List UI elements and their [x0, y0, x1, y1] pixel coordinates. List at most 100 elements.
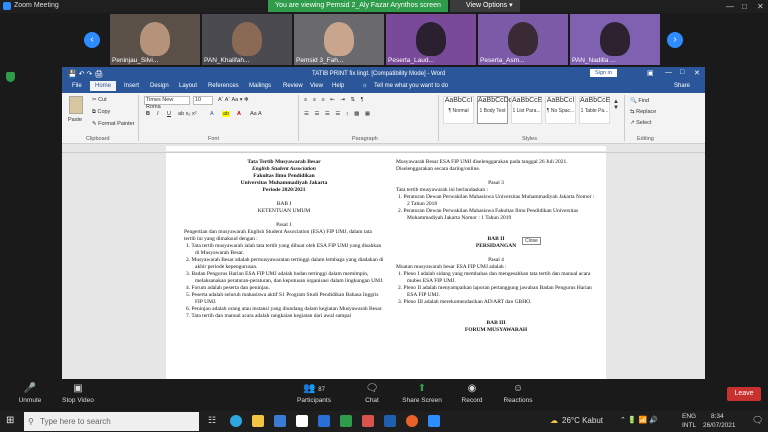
document-page[interactable]: Tata Tertib Musyawarah Besar English Stud…	[166, 153, 606, 379]
file-explorer-icon[interactable]	[252, 415, 264, 427]
cut-button[interactable]: ✂ Cut	[92, 97, 107, 103]
format-painter-button[interactable]: ✎ Format Painter	[92, 121, 135, 127]
tab-references[interactable]: References	[208, 83, 239, 89]
edge-icon[interactable]	[230, 415, 242, 427]
style-no-spacing[interactable]: AaBbCcI ¶ No Spac...	[545, 96, 576, 124]
clock-time[interactable]: 8:34	[711, 413, 724, 420]
minimize-icon[interactable]: —	[665, 69, 672, 76]
doc-paragraph	[184, 194, 384, 201]
replace-button[interactable]: ⇆ Replace	[630, 109, 656, 115]
doc-paragraph: Fakultas Ilmu Pendidikan	[253, 173, 315, 179]
notifications-icon[interactable]: 🗨	[752, 415, 763, 426]
horizontal-ruler[interactable]	[62, 144, 705, 153]
font-name-box[interactable]: Times New Roma	[144, 96, 190, 110]
select-button[interactable]: ↗ Select	[630, 120, 651, 126]
video-tile[interactable]: PAN_Khalifah...	[202, 14, 292, 65]
minimize-icon[interactable]: —	[726, 2, 734, 11]
app-icon[interactable]	[296, 415, 308, 427]
shield-icon[interactable]	[6, 72, 15, 82]
find-button[interactable]: 🔍 Find	[630, 98, 649, 104]
reactions-button[interactable]: ☺ Reactions	[488, 380, 548, 404]
task-view-icon[interactable]: ☷	[208, 415, 216, 426]
style-table-paragraph[interactable]: AaBbCcE 1 Table Pa...	[579, 96, 610, 124]
maximize-icon[interactable]: □	[680, 69, 684, 76]
prev-page-button[interactable]: ‹	[84, 32, 100, 48]
document-title: TATIB PRINT fix lingt. [Compatibility Mo…	[312, 71, 446, 77]
tab-help[interactable]: Help	[332, 83, 344, 89]
tab-home[interactable]: Home	[90, 81, 117, 91]
tab-mailings[interactable]: Mailings	[249, 83, 271, 89]
word-icon[interactable]	[384, 415, 396, 427]
language-indicator[interactable]: ENG	[682, 413, 696, 420]
app-icon[interactable]	[340, 415, 352, 427]
style-label: 1 List Para...	[512, 108, 541, 114]
style-preview: AaBbCcE	[580, 97, 611, 104]
zoom-taskbar-icon[interactable]	[428, 415, 440, 427]
sign-in-button[interactable]: Sign in	[590, 69, 617, 77]
stop-video-button[interactable]: ▣ Stop Video	[48, 380, 108, 404]
style-body-text[interactable]: AaBbCcDd 1 Body Text	[477, 96, 513, 124]
tab-layout[interactable]: Layout	[179, 83, 197, 89]
style-preview: AaBbCcE	[512, 97, 543, 104]
tab-view[interactable]: View	[310, 83, 323, 89]
share-button[interactable]: Share	[674, 83, 690, 89]
video-tile[interactable]: Peserta_Asm...	[478, 14, 568, 65]
firefox-icon[interactable]	[406, 415, 418, 427]
underline-button[interactable]: U	[167, 111, 171, 117]
doc-paragraph: 1. Peraturan Dewan Perwakilan Mahasiswa …	[398, 194, 595, 207]
video-tile[interactable]: PAN_Nadilla ...	[570, 14, 660, 65]
video-tile[interactable]: Peserta_Laud...	[386, 14, 476, 65]
doc-paragraph: Tata Tertib Musyawarah Besar	[247, 159, 321, 165]
participants-button[interactable]: 👥 87 Participants	[284, 380, 344, 404]
tab-design[interactable]: Design	[150, 83, 169, 89]
font-color-icon[interactable]: A	[237, 111, 241, 117]
divider	[298, 95, 299, 141]
tab-review[interactable]: Review	[283, 83, 303, 89]
styles-scroll-icon[interactable]: ▲ ▼	[613, 99, 619, 111]
video-tile[interactable]: Peninjau_Silvi...	[110, 14, 200, 65]
windows-start-icon[interactable]: ⊞	[6, 415, 14, 426]
style-list-paragraph[interactable]: AaBbCcE 1 List Para...	[511, 96, 542, 124]
doc-paragraph: 3. Badan Pengurus Harian ESA FIP UMJ ada…	[186, 271, 384, 284]
paste-icon[interactable]	[69, 96, 83, 114]
view-options-button[interactable]: View Options ▾	[450, 0, 520, 12]
clock-date[interactable]: 26/07/2021	[703, 422, 736, 429]
font-more-icon[interactable]: Aa A	[250, 111, 262, 117]
store-icon[interactable]	[274, 415, 286, 427]
taskbar-search-input[interactable]: ⚲ Type here to search	[24, 412, 199, 431]
close-icon[interactable]: ✕	[694, 69, 700, 77]
tab-file[interactable]: File	[72, 83, 82, 89]
next-page-button[interactable]: ›	[667, 32, 683, 48]
system-tray-icons[interactable]: ⌃ 🔋 📶 🔊	[620, 416, 658, 424]
doc-paragraph: 2. Peraturan Dewan Perwakilan Mahasiswa …	[398, 208, 579, 221]
italic-button[interactable]: I	[157, 111, 159, 117]
participants-icon: 👥 87	[303, 383, 325, 394]
highlight-icon[interactable]: ab	[222, 111, 231, 117]
style-label: 1 Body Text	[479, 108, 506, 114]
font-grow-icon[interactable]: Aˆ Aˇ Aa ▾ ✻	[218, 97, 249, 103]
close-icon[interactable]: ✕	[757, 2, 764, 11]
doc-paragraph: Tata tertib musyawarah ini berlandaskan …	[396, 187, 489, 193]
strikethrough-button[interactable]: ab x₂ x²	[178, 111, 197, 117]
tab-insert[interactable]: Insert	[124, 83, 139, 89]
language-layout[interactable]: INTL	[682, 422, 696, 429]
doc-paragraph: 6. Peninjau adalah orang atau instansi y…	[186, 306, 383, 312]
leave-button[interactable]: Leave	[727, 387, 761, 401]
copy-button[interactable]: ⧉ Copy	[92, 109, 110, 116]
app-icon[interactable]	[362, 415, 374, 427]
ribbon-display-icon[interactable]: ▣	[647, 69, 654, 77]
paste-button[interactable]: Paste	[68, 117, 82, 123]
mail-icon[interactable]	[318, 415, 330, 427]
style-normal[interactable]: AaBbCcI ¶ Normal	[443, 96, 474, 124]
ruler-track	[166, 146, 606, 151]
text-effects-icon[interactable]: A	[210, 111, 214, 117]
save-icon[interactable]: 💾 ↶ ↷ 🖨	[68, 70, 103, 78]
video-tile[interactable]: Pemsid 3_Fah...	[294, 14, 384, 65]
bullets-icon[interactable]: ≡ ≡ ≡ ⇤ ⇥ ⇅ ¶	[304, 97, 366, 103]
weather-text[interactable]: 26°C Kabut	[562, 416, 603, 425]
maximize-icon[interactable]: □	[742, 2, 747, 11]
align-left-icon[interactable]: ☰ ☰ ☰ ☰ ↕ ▩ ▦	[304, 111, 372, 117]
bold-button[interactable]: B	[146, 111, 150, 117]
tell-me-box[interactable]: Tell me what you want to do	[374, 83, 448, 89]
font-size-box[interactable]: 10	[193, 96, 213, 105]
